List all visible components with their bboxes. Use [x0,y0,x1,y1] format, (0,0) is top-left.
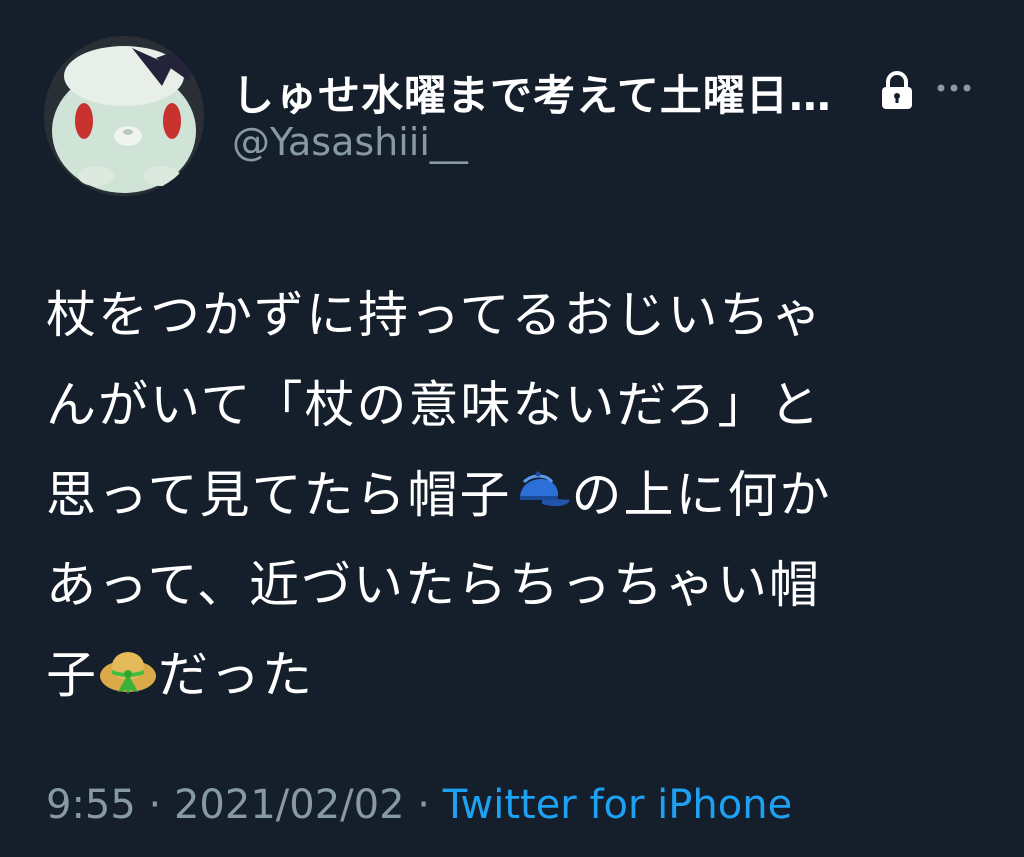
body-text: だった [158,646,314,704]
tweet-time[interactable]: 9:55 [46,782,136,828]
body-text: んがいて「杖の意味ないだろ」と [46,376,822,434]
body-text: 子 [46,646,98,704]
blue-cap-emoji-icon [512,456,572,512]
body-line: んがいて「杖の意味ないだろ」と [46,360,986,450]
body-line: 杖をつかずに持ってるおじいちゃ [46,270,986,360]
tweet-card: しゅせ水曜まで考えて土曜日… @Yasashiii__ 杖をつかずに持ってるおじ… [0,0,1024,857]
tweet-date[interactable]: 2021/02/02 [174,782,405,828]
body-text: 思って見てたら帽子 [46,466,512,524]
body-text: 杖をつかずに持ってるおじいちゃ [46,286,824,344]
tweet-source-link[interactable]: Twitter for iPhone [443,782,793,828]
body-line: 子 だった [46,630,986,720]
body-line: 思って見てたら帽子 の上に何か [46,450,986,540]
meta-separator: · [135,782,174,828]
meta-separator: · [404,782,443,828]
display-name[interactable]: しゅせ水曜まで考えて土曜日… [232,62,832,123]
tweet-body: 杖をつかずに持ってるおじいちゃ んがいて「杖の意味ないだろ」と 思って見てたら帽… [46,270,986,720]
avatar[interactable] [44,36,204,196]
more-dots-icon[interactable] [934,74,974,102]
body-text: の上に何か [571,466,832,524]
body-text: あって、近づいたらちっちゃい帽 [46,556,821,614]
lock-icon [876,70,918,110]
plush-bunny-avatar-icon [44,36,204,196]
body-line: あって、近づいたらちっちゃい帽 [46,540,986,630]
tweet-meta: 9:55 · 2021/02/02 · Twitter for iPhone [46,782,792,828]
user-handle[interactable]: @Yasashiii__ [232,120,468,164]
straw-hat-emoji-icon [98,636,158,694]
